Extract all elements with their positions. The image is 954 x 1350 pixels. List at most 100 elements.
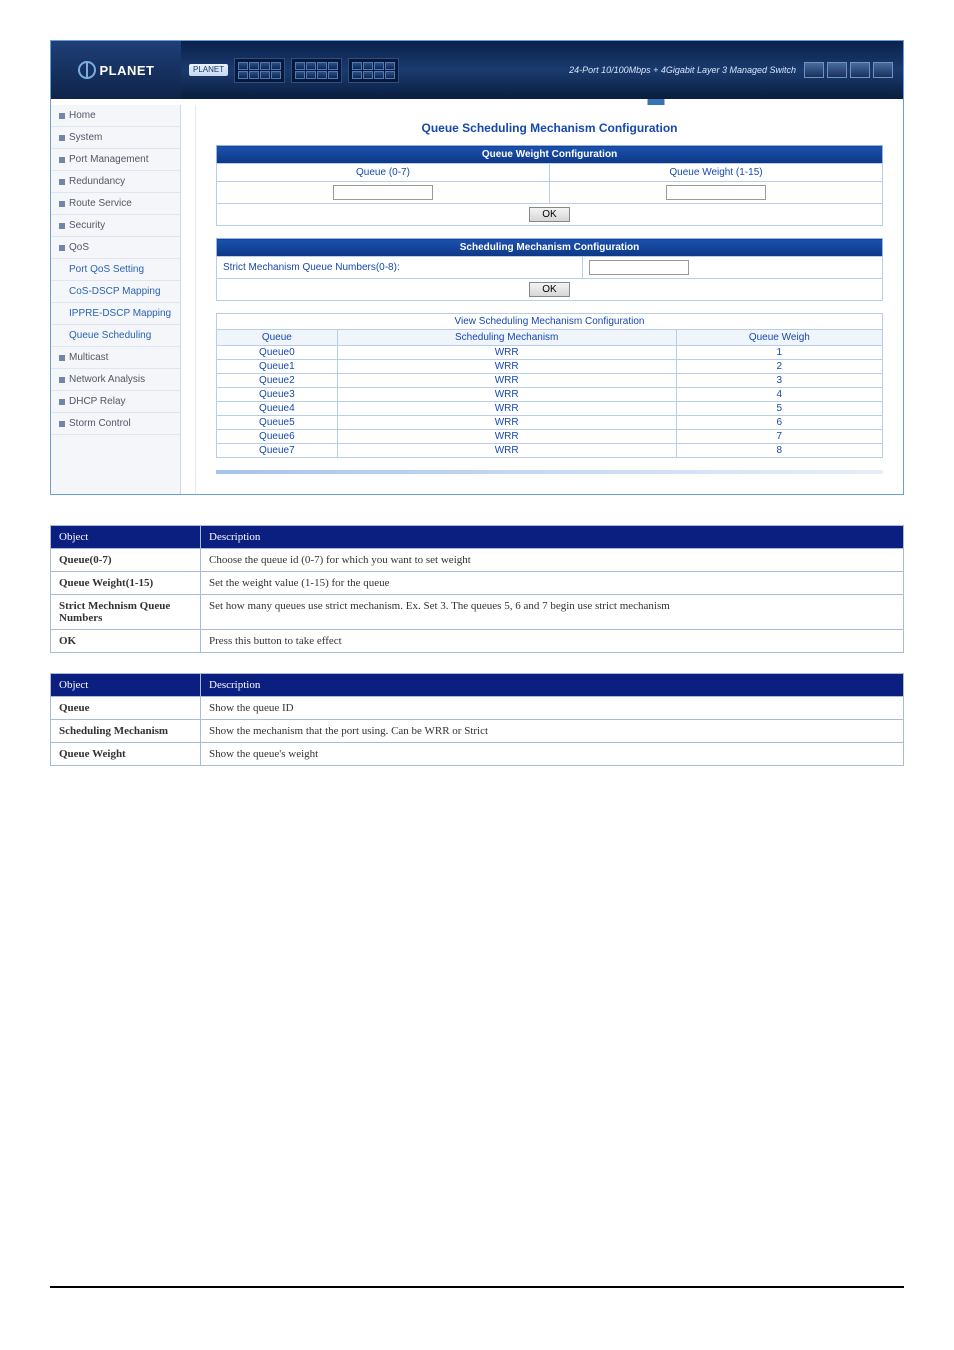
object-cell: Strict Mechnism Queue Numbers [51,595,201,630]
sidebar-item-port-qos-setting[interactable]: Port QoS Setting [51,259,180,281]
cell: WRR [337,444,676,458]
device-header: PLANET PLANET 24-Port 10/100Mbps + 4Giga… [51,41,903,99]
table-row: Queue7WRR8 [217,444,883,458]
sidebar-item-multicast[interactable]: Multicast [51,347,180,369]
table-row: OKPress this button to take effect [51,630,904,653]
sidebar-item-label: Port QoS Setting [69,264,144,275]
cell: 2 [676,360,882,374]
queue-id-input[interactable] [333,185,433,200]
info-table-2: Object Description QueueShow the queue I… [50,673,904,766]
object-cell: Queue(0-7) [51,549,201,572]
sidebar-item-redundancy[interactable]: Redundancy [51,171,180,193]
sidebar-item-ippre-dscp-mapping[interactable]: IPPRE-DSCP Mapping [51,303,180,325]
sidebar-item-dhcp-relay[interactable]: DHCP Relay [51,391,180,413]
cell: Queue4 [217,402,338,416]
sidebar-item-storm-control[interactable]: Storm Control [51,413,180,435]
view-col-queue: Queue [217,330,338,346]
strict-queue-label: Strict Mechanism Queue Numbers(0-8): [217,257,583,279]
table-row: Queue(0-7)Choose the queue id (0-7) for … [51,549,904,572]
footer-rule [50,1286,904,1288]
view-sched-table: Queue Scheduling Mechanism Queue Weigh Q… [216,329,883,458]
description-cell: Show the mechanism that the port using. … [201,720,904,743]
cell: 4 [676,388,882,402]
table-row: Queue Weight(1-15)Set the weight value (… [51,572,904,595]
sidebar-item-label: Security [69,220,105,231]
sidebar-item-label: QoS [69,242,89,253]
view-col-mech: Scheduling Mechanism [337,330,676,346]
sidebar-item-qos[interactable]: QoS [51,237,180,259]
cell: Queue2 [217,374,338,388]
sidebar-item-label: Network Analysis [69,374,145,385]
cell: 6 [676,416,882,430]
sidebar-item-label: Multicast [69,352,108,363]
sidebar-item-label: Redundancy [69,176,125,187]
cell: WRR [337,388,676,402]
app-window: PLANET PLANET 24-Port 10/100Mbps + 4Giga… [50,40,904,495]
sidebar-item-label: Queue Scheduling [69,330,151,341]
sidebar-item-label: Home [69,110,96,121]
sidebar-item-cos-dscp-mapping[interactable]: CoS-DSCP Mapping [51,281,180,303]
sidebar-item-label: CoS-DSCP Mapping [69,286,161,297]
sidebar-item-label: Storm Control [69,418,131,429]
device-model-label: PLANET [189,64,228,76]
cell: WRR [337,346,676,360]
cell: WRR [337,416,676,430]
description-cell: Set the weight value (1-15) for the queu… [201,572,904,595]
sidebar-item-label: IPPRE-DSCP Mapping [69,308,171,319]
weight-col-label: Queue Weight (1-15) [550,164,883,182]
port-bank-2 [291,58,342,83]
description-cell: Choose the queue id (0-7) for which you … [201,549,904,572]
info-table-1: Object Description Queue(0-7)Choose the … [50,525,904,653]
table-row: QueueShow the queue ID [51,697,904,720]
port-bank-3 [348,58,399,83]
object-cell: Queue Weight [51,743,201,766]
sidebar-item-queue-scheduling[interactable]: Queue Scheduling [51,325,180,347]
sidebar-nav: Home System Port Management Redundancy Route… [51,105,181,494]
sidebar-item-home[interactable]: Home [51,105,180,127]
table-row: Queue3WRR4 [217,388,883,402]
sched-ok-button[interactable]: OK [529,282,569,297]
brand-logo: PLANET [51,41,181,99]
cell: 5 [676,402,882,416]
strict-queue-input[interactable] [589,260,689,275]
cell: 3 [676,374,882,388]
cell: WRR [337,430,676,444]
info2-head-obj: Object [51,674,201,697]
cell: Queue5 [217,416,338,430]
queue-weight-input[interactable] [666,185,766,200]
cell: Queue1 [217,360,338,374]
view-col-weight: Queue Weigh [676,330,882,346]
sidebar-item-label: Port Management [69,154,149,165]
device-front-panel: PLANET [181,58,407,83]
description-cell: Show the queue's weight [201,743,904,766]
queue-weight-config-table: Queue Weight Configuration Queue (0-7) Q… [216,145,883,226]
sidebar-item-port-management[interactable]: Port Management [51,149,180,171]
sidebar-item-network-analysis[interactable]: Network Analysis [51,369,180,391]
table-row: Strict Mechnism Queue NumbersSet how man… [51,595,904,630]
sidebar-item-route-service[interactable]: Route Service [51,193,180,215]
cell: 7 [676,430,882,444]
page-title: Queue Scheduling Mechanism Configuration [216,121,883,135]
table-row: Queue WeightShow the queue's weight [51,743,904,766]
sidebar-item-security[interactable]: Security [51,215,180,237]
sfp-ports [804,62,893,78]
object-cell: OK [51,630,201,653]
cell: Queue0 [217,346,338,360]
object-cell: Scheduling Mechanism [51,720,201,743]
description-cell: Show the queue ID [201,697,904,720]
object-cell: Queue [51,697,201,720]
cell: Queue7 [217,444,338,458]
info2-head-desc: Description [201,674,904,697]
sidebar-item-system[interactable]: System [51,127,180,149]
cell: WRR [337,360,676,374]
queue-weight-header: Queue Weight Configuration [217,146,883,164]
sidebar-item-label: System [69,132,102,143]
description-cell: Set how many queues use strict mechanism… [201,595,904,630]
cell: WRR [337,402,676,416]
table-row: Queue2WRR3 [217,374,883,388]
table-row: Queue6WRR7 [217,430,883,444]
info1-head-obj: Object [51,526,201,549]
weight-ok-button[interactable]: OK [529,207,569,222]
table-row: Queue4WRR5 [217,402,883,416]
main-content: Queue Scheduling Mechanism Configuration… [196,105,903,494]
